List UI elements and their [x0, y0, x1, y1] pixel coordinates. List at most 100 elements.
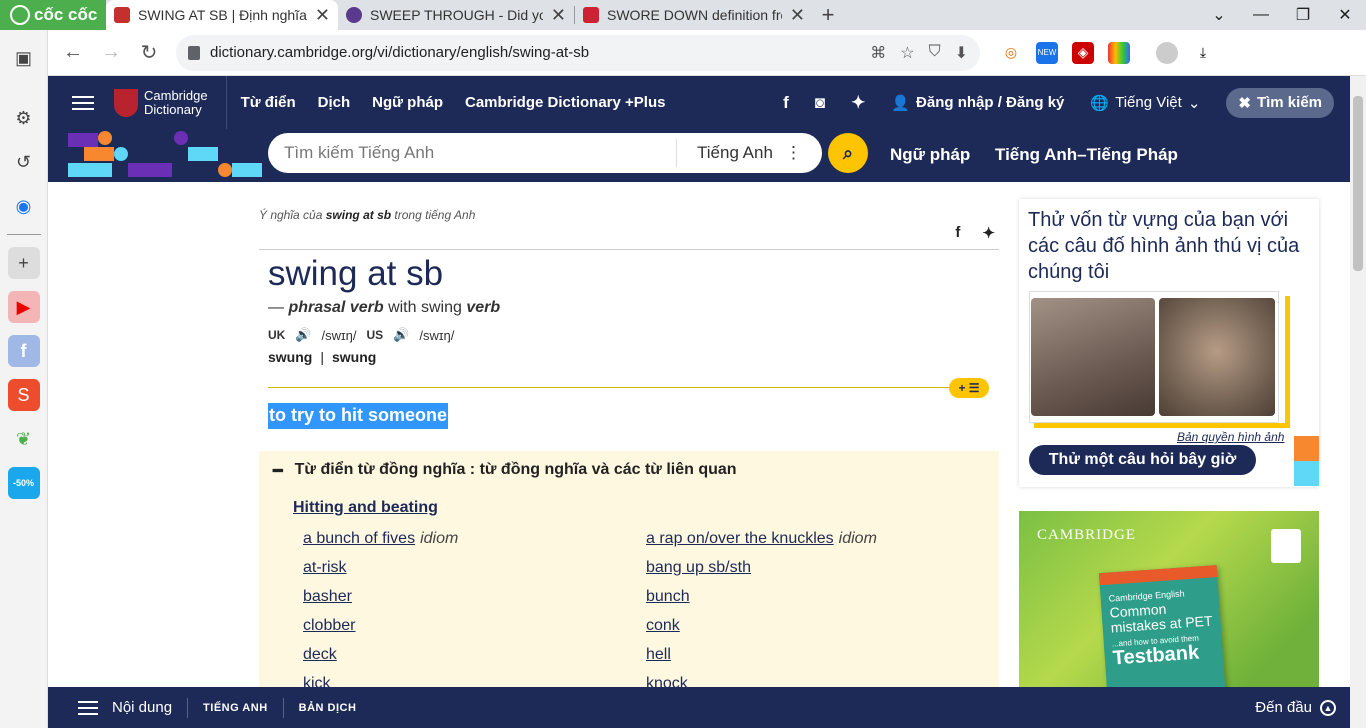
contents-menu-icon[interactable]	[78, 700, 98, 715]
close-tab-icon[interactable]: ✕	[790, 5, 805, 26]
add-to-list-button[interactable]: + ☰	[949, 378, 989, 398]
extension-new-icon[interactable]: NEW	[1036, 41, 1058, 64]
nav-translate[interactable]: Dịch	[318, 94, 351, 111]
advertisement[interactable]: CAMBRIDGE Cambridge English Common mista…	[1019, 511, 1319, 711]
twitter-icon[interactable]: ✦	[851, 93, 865, 113]
search-submit-button[interactable]: ⌕	[828, 133, 868, 173]
shopee-icon[interactable]: S	[7, 379, 40, 411]
bottom-divider	[187, 697, 189, 718]
site-favicon-icon	[583, 7, 599, 23]
close-tab-icon[interactable]: ✕	[551, 5, 566, 26]
synonym-link[interactable]: bang up sb/sth	[646, 559, 751, 577]
browser-brand[interactable]: cốc cốc	[0, 0, 106, 30]
scrollbar-thumb[interactable]	[1353, 96, 1363, 271]
bookmark-star-icon[interactable]: ☆	[900, 43, 914, 63]
pronunciation: UK 🔊 /swɪŋ/ US 🔊 /swɪŋ/	[268, 327, 454, 343]
address-bar[interactable]: dictionary.cambridge.org/vi/dictionary/e…	[176, 34, 980, 71]
crumb-word: swing at sb	[325, 208, 392, 222]
share-facebook-icon[interactable]: f	[955, 224, 960, 242]
downloads-icon[interactable]: ⤓	[1192, 42, 1214, 64]
idiom-tag: idiom	[420, 530, 459, 547]
translate-icon[interactable]: ⌘	[870, 43, 886, 63]
back-to-top-link[interactable]: Đến đầu ▲	[1255, 699, 1336, 716]
logo-line1: Cambridge	[144, 87, 208, 103]
language-label: Tiếng Việt	[1115, 94, 1182, 111]
synonym-link[interactable]: a bunch of fives idiom	[303, 530, 458, 548]
download-icon[interactable]: ⬇	[955, 43, 968, 63]
synonym-link[interactable]: hell	[646, 646, 671, 664]
synonym-link[interactable]: basher	[303, 588, 352, 606]
messenger-icon[interactable]: ◉	[8, 190, 40, 222]
uk-audio-icon[interactable]: 🔊	[295, 327, 311, 343]
tiki-icon[interactable]: -50%	[7, 467, 40, 499]
menu-icon[interactable]	[72, 95, 94, 110]
quiz-image[interactable]	[1029, 291, 1290, 428]
close-window-icon[interactable]: ✕	[1324, 0, 1366, 30]
facebook-icon[interactable]: f	[783, 93, 789, 113]
dictionary-selector[interactable]: Tiếng Anh ⋮	[676, 139, 822, 167]
tab-sweep-through[interactable]: SWEEP THROUGH - Did you s ✕	[338, 0, 574, 30]
nav-dictionary[interactable]: Từ điển	[241, 94, 296, 111]
synonym-link[interactable]: at-risk	[303, 559, 347, 577]
share-twitter-icon[interactable]: ✦	[982, 224, 995, 242]
settings-icon[interactable]: ⚙	[8, 102, 40, 134]
extension-chrome-icon[interactable]: ◎	[1000, 42, 1022, 64]
leaf-icon[interactable]: ❦	[8, 423, 40, 455]
facebook-icon[interactable]: f	[7, 335, 40, 367]
extension-red-icon[interactable]: ◈	[1072, 41, 1094, 64]
try-quiz-button[interactable]: Thử một câu hỏi bây giờ	[1029, 445, 1256, 475]
synonym-link[interactable]: deck	[303, 646, 337, 664]
url-text: dictionary.cambridge.org/vi/dictionary/e…	[210, 44, 590, 61]
synonym-link[interactable]: a rap on/over the knuckles idiom	[646, 530, 877, 548]
thesaurus-category[interactable]: Hitting and beating	[293, 499, 438, 517]
minimize-icon[interactable]: —	[1240, 0, 1282, 30]
login-link[interactable]: 👤 Đăng nhập / Đăng ký	[891, 94, 1064, 112]
instagram-icon[interactable]: ◙	[815, 93, 825, 113]
coccoc-logo-icon	[10, 5, 30, 25]
image-credits-link[interactable]: Bản quyền hình ảnh	[1177, 430, 1284, 444]
search-toggle-label: Tìm kiếm	[1256, 94, 1322, 111]
back-button[interactable]: ←	[54, 34, 92, 72]
nav-grammar[interactable]: Ngữ pháp	[372, 94, 443, 111]
forward-button[interactable]: →	[92, 34, 130, 72]
sidebar-toggle-icon[interactable]: ▣	[8, 42, 40, 74]
reload-button[interactable]: ↻	[130, 34, 168, 72]
english-section-link[interactable]: TIẾNG ANH	[203, 702, 268, 714]
extension-color-icon[interactable]	[1108, 41, 1130, 64]
synonym-link[interactable]: bunch	[646, 588, 690, 606]
crumb-suffix: trong tiếng Anh	[394, 208, 476, 222]
add-app-icon[interactable]: +	[7, 247, 40, 279]
new-tab-button[interactable]: +	[813, 0, 843, 30]
sidebar-divider	[6, 234, 41, 235]
restore-icon[interactable]: ❐	[1282, 0, 1324, 30]
grammar-link[interactable]: Ngữ pháp	[890, 145, 970, 165]
contents-link[interactable]: Nội dung	[112, 699, 172, 716]
language-selector[interactable]: 🌐 Tiếng Việt ⌄	[1090, 94, 1200, 112]
us-audio-icon[interactable]: 🔊	[393, 327, 409, 343]
search-input[interactable]: Tìm kiếm Tiếng Anh Tiếng Anh ⋮	[268, 133, 822, 173]
synonym-text: a bunch of fives	[303, 530, 416, 547]
shield-icon[interactable]: ⛉	[929, 43, 941, 63]
close-icon: ✖	[1238, 94, 1251, 112]
nav-plus[interactable]: Cambridge Dictionary +Plus	[465, 94, 665, 111]
tab-search-icon[interactable]: ⌄	[1198, 0, 1240, 30]
synonym-link[interactable]: conk	[646, 617, 680, 635]
translations-section-link[interactable]: BẢN DỊCH	[299, 702, 357, 714]
synonym-link[interactable]: clobber	[303, 617, 355, 635]
thesaurus-title: Từ điển từ đồng nghĩa : từ đồng nghĩa và…	[294, 461, 737, 478]
search-toggle-button[interactable]: ✖ Tìm kiếm	[1226, 87, 1334, 118]
tab-swore-down[interactable]: SWORE DOWN definition fro ✕	[575, 0, 813, 30]
thesaurus-header[interactable]: ━ Từ điển từ đồng nghĩa : từ đồng nghĩa …	[273, 461, 737, 481]
history-icon[interactable]: ↺	[8, 146, 40, 178]
cambridge-logo[interactable]: Cambridge Dictionary	[114, 87, 208, 117]
english-french-link[interactable]: Tiếng Anh–Tiếng Pháp	[995, 145, 1178, 165]
collapse-icon[interactable]: ━	[273, 461, 283, 481]
close-tab-icon[interactable]: ✕	[315, 5, 330, 26]
page-scrollbar[interactable]	[1350, 76, 1366, 728]
profile-avatar-icon[interactable]	[1156, 41, 1178, 64]
tab-swing-at-sb[interactable]: SWING AT SB | Định nghĩa tro ✕	[106, 0, 338, 30]
youtube-icon[interactable]: ▶	[7, 291, 40, 323]
login-label: Đăng nhập / Đăng ký	[916, 94, 1065, 111]
pos-verb: verb	[466, 299, 501, 316]
definition: to try to hit someone	[268, 403, 449, 429]
